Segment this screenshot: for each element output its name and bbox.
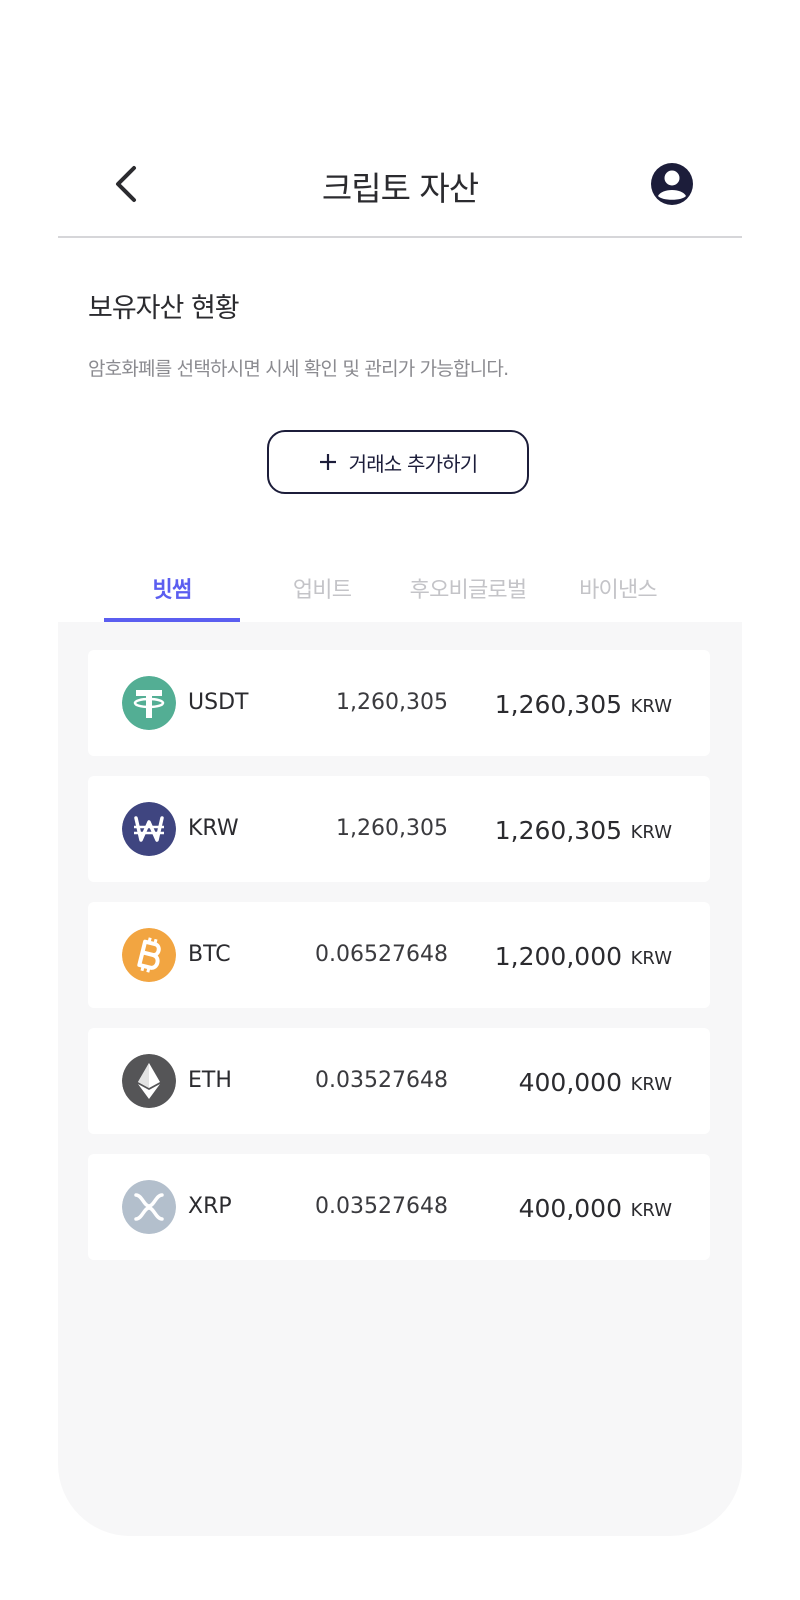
asset-amount: 0.06527648 [315,942,448,967]
asset-unit: KRW [630,822,672,843]
exchange-tabs: 빗썸 업비트 후오비글로벌 바이낸스 [104,568,712,622]
asset-value: 1,200,000 [494,942,622,971]
tab-bithumb[interactable]: 빗썸 [104,568,240,622]
ethereum-icon [122,1054,176,1108]
profile-button[interactable] [650,162,694,206]
user-circle-icon [651,163,693,205]
header: 크립토 자산 [58,140,742,238]
asset-unit: KRW [630,696,672,717]
tab-label: 후오비글로벌 [409,578,527,603]
asset-symbol: BTC [188,942,231,967]
tab-huobi-global[interactable]: 후오비글로벌 [388,568,548,622]
tab-upbit[interactable]: 업비트 [254,568,390,622]
asset-value: 400,000 [518,1068,622,1097]
asset-symbol: KRW [188,816,239,841]
asset-amount: 1,260,305 [336,690,448,715]
ripple-icon [122,1180,176,1234]
asset-unit: KRW [630,1074,672,1095]
asset-value: 1,260,305 [494,690,622,719]
asset-value: 400,000 [518,1194,622,1223]
asset-symbol: ETH [188,1068,232,1093]
asset-amount: 0.03527648 [315,1068,448,1093]
asset-card-xrp[interactable]: XRP 0.03527648 400,000 KRW [88,1154,710,1260]
asset-symbol: XRP [188,1194,232,1219]
section-title: 보유자산 현황 [88,293,240,324]
tab-label: 바이낸스 [579,578,658,603]
tether-icon [122,676,176,730]
add-exchange-label: 거래소 추가하기 [348,451,479,476]
tab-label: 빗썸 [152,578,193,603]
app-screen: 크립토 자산 보유자산 현황 암호화폐를 선택하시면 시세 확인 및 관리가 가… [0,0,800,1600]
bitcoin-icon [122,928,176,982]
asset-card-krw[interactable]: KRW 1,260,305 1,260,305 KRW [88,776,710,882]
add-exchange-button[interactable]: 거래소 추가하기 [267,430,529,494]
asset-symbol: USDT [188,690,249,715]
plus-icon [319,454,336,470]
won-icon [122,802,176,856]
asset-card-btc[interactable]: BTC 0.06527648 1,200,000 KRW [88,902,710,1008]
asset-amount: 0.03527648 [315,1194,448,1219]
asset-card-usdt[interactable]: USDT 1,260,305 1,260,305 KRW [88,650,710,756]
asset-unit: KRW [630,948,672,969]
section-description: 암호화폐를 선택하시면 시세 확인 및 관리가 가능합니다. [88,358,509,380]
asset-card-eth[interactable]: ETH 0.03527648 400,000 KRW [88,1028,710,1134]
tab-binance[interactable]: 바이낸스 [550,568,686,622]
page-title: 크립토 자산 [321,169,479,208]
asset-list-panel: USDT 1,260,305 1,260,305 KRW KRW 1,260,3… [58,622,742,1536]
asset-value: 1,260,305 [494,816,622,845]
tab-label: 업비트 [292,578,352,603]
asset-unit: KRW [630,1200,672,1221]
asset-amount: 1,260,305 [336,816,448,841]
